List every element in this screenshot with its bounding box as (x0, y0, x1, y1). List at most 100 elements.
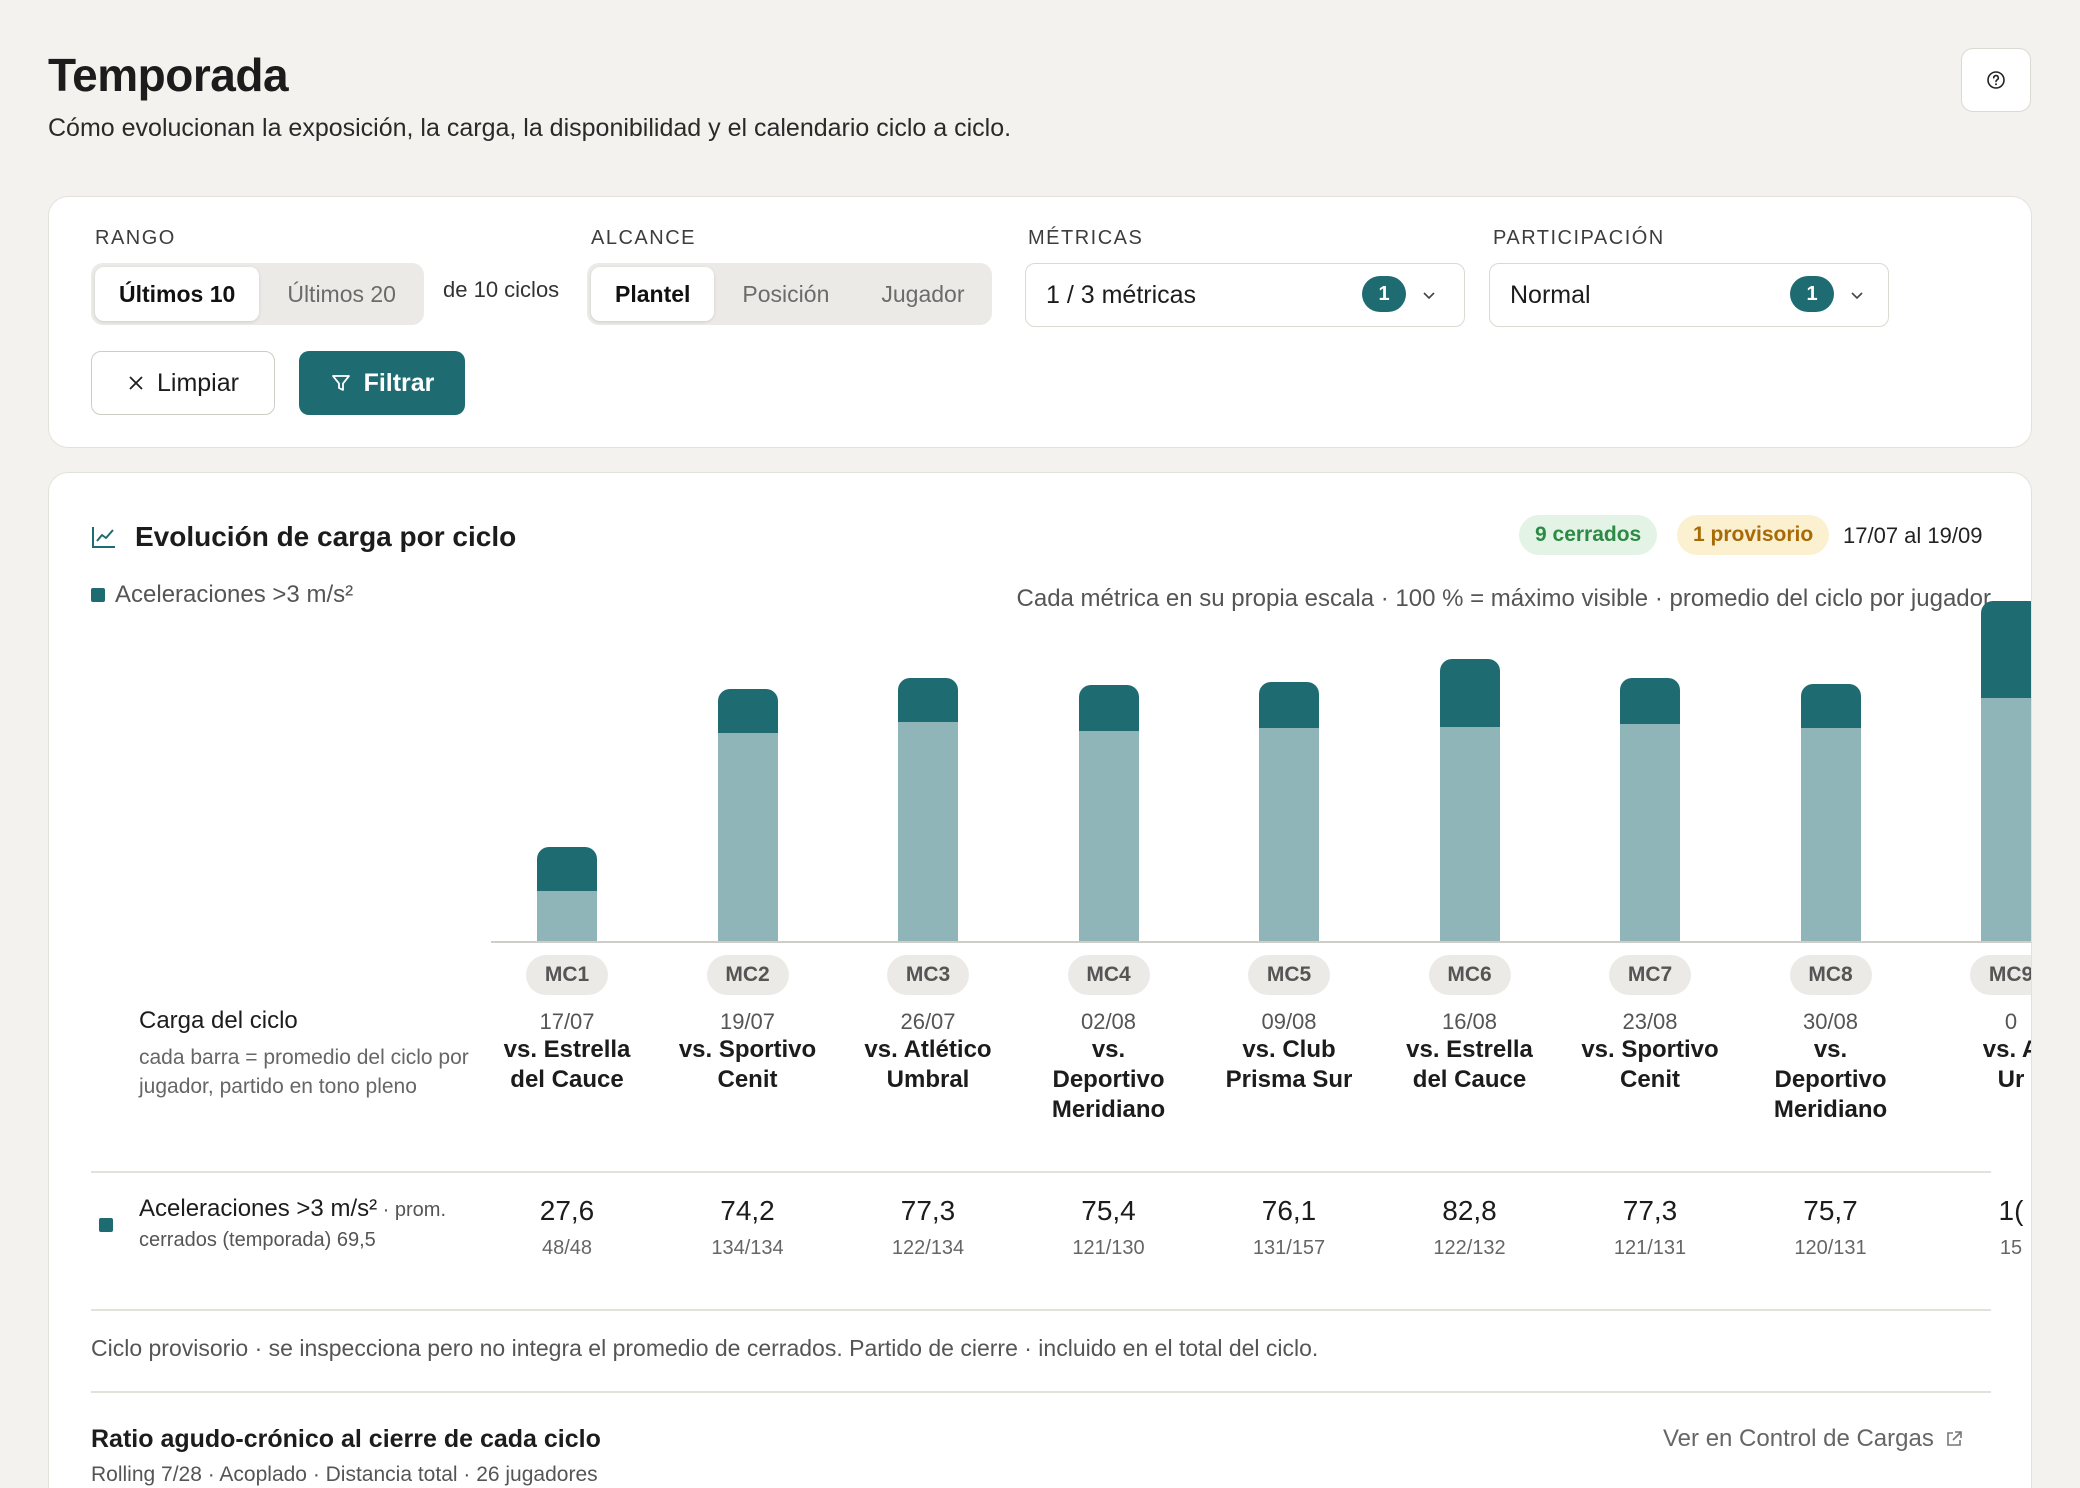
bar-training-segment (898, 722, 958, 941)
acr-section-subtitle: Rolling 7/28 · Acoplado · Distancia tota… (91, 1463, 598, 1486)
provisional-footnote: Ciclo provisorio · se inspecciona pero n… (91, 1335, 1319, 1361)
divider (91, 1391, 1991, 1393)
help-button[interactable] (1961, 48, 2031, 112)
cycle-date: 16/08 (1441, 1009, 1498, 1034)
bar-mc6 (1439, 659, 1500, 941)
cycle-value: 74,2 (720, 1195, 775, 1226)
range-option-last-20[interactable]: Últimos 20 (263, 267, 420, 321)
metric-name: Aceleraciones >3 m/s² · prom. (139, 1195, 447, 1222)
load-evolution-card: Evolución de carga por ciclo 9 cerrados … (48, 472, 2032, 1488)
cycle-value: 75,4 (1081, 1195, 1136, 1226)
cycle-date: 30/08 (1802, 1009, 1859, 1034)
close-icon (129, 376, 143, 390)
bar-mc8 (1800, 684, 1861, 941)
cycle-opponent: vs. Deportivo Meridiano (1051, 1036, 1166, 1123)
bar-mc7 (1620, 678, 1680, 941)
scope-option-posicion[interactable]: Posición (718, 267, 853, 321)
cycle-opponent: vs. Sportivo Cenit (678, 1036, 817, 1093)
cycle-count: 122/132 (1433, 1237, 1506, 1259)
bar-match-segment (537, 847, 597, 891)
bar-mc4 (1078, 685, 1139, 941)
clear-filters-button[interactable]: Limpiar (91, 351, 275, 415)
cycle-label: MC9 (1970, 955, 2031, 995)
open-load-control-label: Ver en Control de Cargas (1663, 1425, 1934, 1452)
cycle-value: 77,3 (900, 1195, 956, 1226)
cycle-label: MC7 (1609, 955, 1691, 995)
cycle-label: MC8 (1789, 955, 1872, 995)
apply-filters-button[interactable]: Filtrar (299, 351, 465, 415)
bar-match-segment (898, 678, 958, 722)
cycle-date: 09/08 (1261, 1009, 1317, 1034)
cycle-count: 120/131 (1794, 1237, 1867, 1259)
bar-training-segment (1439, 727, 1500, 941)
cycle-count: 122/134 (891, 1237, 965, 1259)
cycle-value: 77,3 (1622, 1195, 1678, 1226)
filters-panel: RANGO Últimos 10 Últimos 20 de 10 ciclos… (48, 196, 2032, 448)
cycle-opponent: vs. Club Prisma Sur (1225, 1036, 1353, 1093)
clear-filters-label: Limpiar (157, 368, 239, 397)
bar-match-segment (717, 689, 778, 733)
metrics-select[interactable]: 1 / 3 métricas 1 (1025, 263, 1465, 327)
cycle-value: 82,8 (1442, 1195, 1497, 1226)
bar-match-segment (1259, 682, 1319, 728)
scope-option-plantel[interactable]: Plantel (591, 267, 715, 321)
scope-label: ALCANCE (591, 227, 696, 249)
cycle-date: 26/07 (900, 1009, 956, 1034)
chevron-down-icon (1851, 292, 1863, 300)
divider (91, 1171, 1991, 1173)
cycle-label: MC1 (526, 955, 608, 995)
cycle-label: MC6 (1428, 955, 1511, 995)
cycle-count: 121/130 (1072, 1237, 1145, 1259)
cycle-value: 27,6 (539, 1195, 595, 1226)
cycle-count: 131/157 (1252, 1237, 1326, 1259)
cycle-value: 1( (1998, 1195, 2024, 1226)
range-segmented-control: Últimos 10 Últimos 20 (91, 263, 424, 325)
cycle-opponent: vs. Estrella del Cauce (1406, 1036, 1533, 1093)
bar-mc2 (717, 689, 778, 941)
x-axis-baseline (491, 941, 2031, 943)
range-note: de 10 ciclos (443, 277, 560, 302)
bar-match-segment (1981, 601, 2031, 698)
scope-option-jugador[interactable]: Jugador (857, 267, 988, 321)
cycle-label: MC4 (1067, 955, 1150, 995)
apply-filters-label: Filtrar (363, 368, 435, 397)
bar-mc1 (537, 847, 597, 941)
cycle-count: 15 (1999, 1237, 2023, 1259)
bar-training-segment (1981, 698, 2031, 941)
cycle-date: 0 (2004, 1009, 2018, 1034)
page-title: Temporada (48, 49, 289, 101)
acr-section-title: Ratio agudo-crónico al cierre de cada ci… (91, 1425, 601, 1453)
range-option-last-10[interactable]: Últimos 10 (95, 267, 260, 321)
cycle-count: 121/131 (1613, 1237, 1687, 1259)
bar-training-segment (537, 891, 597, 941)
bar-mc9 (1981, 601, 2031, 941)
cycle-load-description: cada barra = promedio del ciclo por juga… (139, 1046, 469, 1098)
metric-swatch (99, 1218, 113, 1232)
cycle-opponent: vs. Atlético Umbral (864, 1036, 992, 1093)
cycle-date: 23/08 (1622, 1009, 1678, 1034)
bar-training-segment (1078, 731, 1139, 941)
cycle-date: 19/07 (719, 1009, 776, 1034)
cycle-date: 02/08 (1080, 1009, 1137, 1034)
bar-match-segment (1078, 685, 1139, 731)
cycle-load-heading: Carga del ciclo (139, 1007, 298, 1034)
divider (91, 1309, 1991, 1311)
bar-training-segment (1259, 728, 1319, 941)
cycle-label: MC3 (887, 955, 969, 995)
cycle-label: MC2 (706, 955, 789, 995)
cycle-opponent: vs. Deportivo Meridiano (1773, 1036, 1888, 1123)
external-link-icon (1947, 1431, 1962, 1446)
participation-select-value: Normal (1510, 280, 1591, 309)
cycle-opponent: vs. Sportivo Cenit (1581, 1036, 1719, 1093)
metrics-select-value: 1 / 3 métricas (1046, 280, 1197, 309)
filter-funnel-icon (331, 375, 350, 391)
bar-match-segment (1800, 684, 1861, 728)
participation-select[interactable]: Normal 1 (1489, 263, 1889, 327)
open-load-control-link[interactable]: Ver en Control de Cargas (1663, 1425, 1964, 1453)
participation-label: PARTICIPACIÓN (1493, 227, 1665, 249)
range-label: RANGO (95, 227, 176, 249)
cycle-date: 17/07 (539, 1009, 595, 1034)
cycle-value: 75,7 (1803, 1195, 1858, 1226)
chevron-down-icon (1423, 292, 1435, 300)
bar-training-segment (1800, 728, 1861, 941)
